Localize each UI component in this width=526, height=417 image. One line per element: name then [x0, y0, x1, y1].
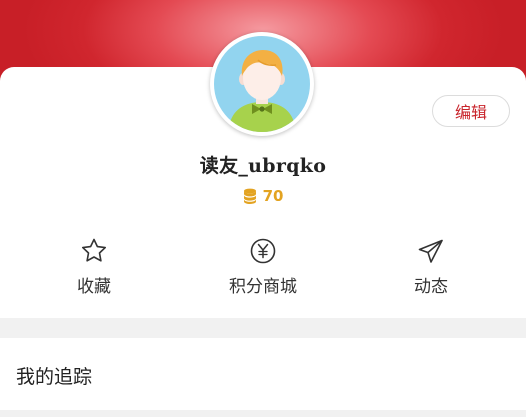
avatar[interactable] [210, 32, 314, 136]
points-mall-label: 积分商城 [229, 277, 297, 297]
star-icon [82, 238, 106, 262]
avatar-illustration-icon [214, 36, 310, 132]
points-row[interactable]: 70 [0, 186, 526, 206]
username: 读友_ubrqko [199, 155, 327, 177]
section-divider [0, 318, 526, 338]
points-value: 70 [262, 187, 284, 205]
favorites-button[interactable]: 收藏 [24, 236, 164, 300]
my-tracking-section[interactable]: 我的追踪 [0, 338, 526, 417]
moments-button[interactable]: 动态 [361, 236, 501, 300]
coin-stack-icon [243, 188, 256, 204]
my-tracking-title: 我的追踪 [16, 366, 93, 388]
points-mall-button[interactable]: 积分商城 [193, 236, 333, 300]
paper-plane-icon [418, 239, 443, 263]
bottom-divider [0, 410, 526, 417]
yen-coin-icon [250, 238, 276, 264]
moments-label: 动态 [414, 277, 448, 297]
favorites-label: 收藏 [77, 277, 111, 297]
edit-profile-button[interactable]: 编辑 [432, 95, 510, 127]
